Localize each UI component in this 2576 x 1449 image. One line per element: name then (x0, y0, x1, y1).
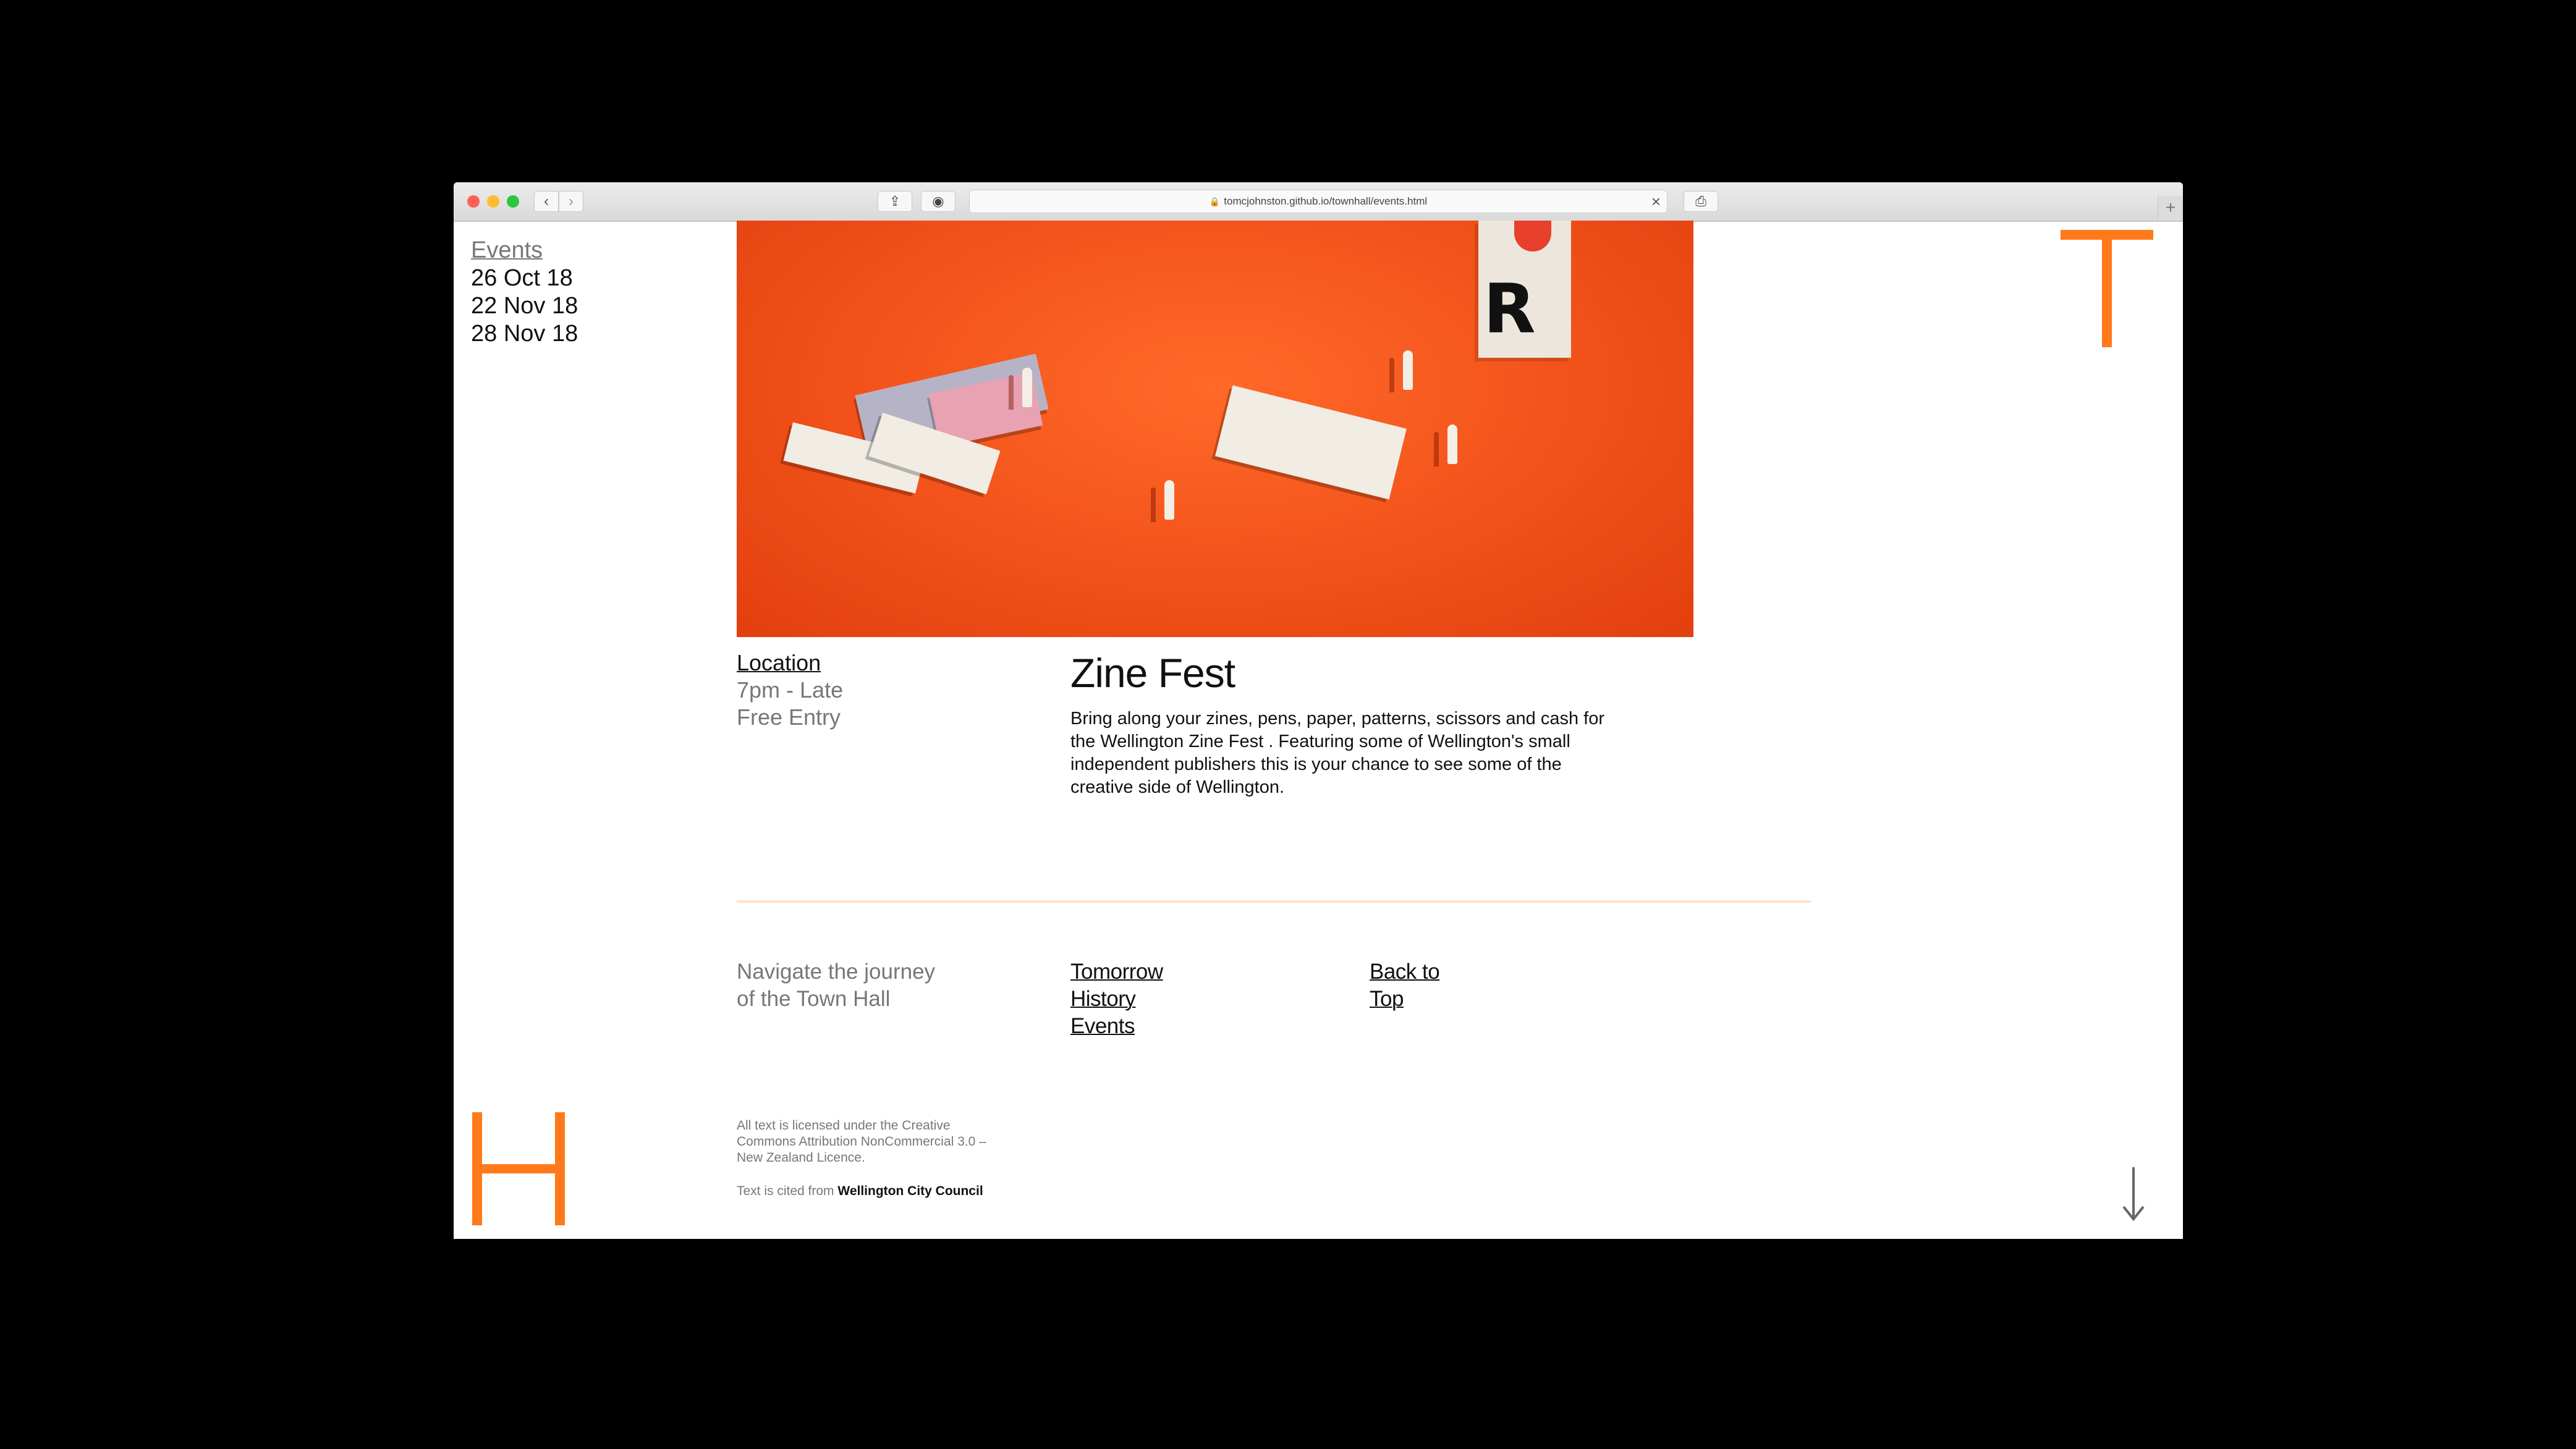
event-date[interactable]: 22 Nov 18 (471, 292, 578, 320)
close-window-button[interactable] (467, 195, 480, 208)
event-time: 7pm - Late (737, 677, 844, 703)
events-sidebar: Events 26 Oct 18 22 Nov 18 28 Nov 18 (471, 237, 578, 348)
event-title: Zine Fest (1070, 650, 1235, 696)
citation-prefix: Text is cited from (737, 1184, 834, 1198)
plus-icon[interactable]: + (2158, 196, 2183, 221)
citation: Text is cited from Wellington City Counc… (737, 1183, 996, 1199)
browser-toolbar: ‹ › ⇪ ◉ 🔒 tomcjohnston.github.io/townhall… (454, 182, 2183, 222)
nav-link-history[interactable]: History (1070, 986, 1163, 1013)
brand-letter-h (472, 1112, 565, 1225)
events-heading-link[interactable]: Events (471, 237, 578, 264)
event-hero-image: R (737, 221, 1693, 637)
back-to-top-line[interactable]: Top (1370, 986, 1439, 1013)
event-meta: Location 7pm - Late Free Entry (737, 649, 843, 731)
pawn (1164, 480, 1174, 520)
browser-window: ‹ › ⇪ ◉ 🔒 tomcjohnston.github.io/townhall… (454, 182, 2183, 1239)
citation-source-link[interactable]: Wellington City Council (837, 1184, 983, 1198)
brand-letter-t (2061, 230, 2153, 347)
lock-icon: 🔒 (1209, 196, 1221, 206)
event-date[interactable]: 26 Oct 18 (471, 264, 578, 292)
milk-carton: R (1478, 221, 1571, 358)
minimize-window-button[interactable] (487, 195, 499, 208)
zine (1215, 385, 1407, 500)
zoom-window-button[interactable] (507, 195, 519, 208)
url-text: tomcjohnston.github.io/townhall/events.h… (1224, 195, 1428, 207)
back-to-top-line[interactable]: Back to (1370, 958, 1440, 986)
back-icon[interactable]: ‹ (534, 191, 559, 212)
license-text: All text is licensed under the Creative … (737, 1118, 986, 1165)
arrow-down-icon[interactable] (2121, 1166, 2146, 1222)
footer-nav-label: Navigate the journey of the Town Hall (737, 958, 935, 1013)
footer-nav-label-line: Navigate the journey (737, 960, 936, 984)
pawn (1403, 350, 1413, 390)
address-bar[interactable]: 🔒 tomcjohnston.github.io/townhall/events.… (969, 190, 1667, 213)
event-description: Bring along your zines, pens, paper, pat… (1070, 709, 1605, 797)
nav-link-tomorrow[interactable]: Tomorrow (1070, 958, 1163, 986)
pawn (1022, 368, 1032, 407)
event-entry: Free Entry (737, 704, 841, 730)
event-date[interactable]: 28 Nov 18 (471, 320, 578, 348)
forward-icon[interactable]: › (559, 191, 583, 212)
footer-nav-label-line: of the Town Hall (737, 987, 891, 1011)
divider (737, 900, 1811, 903)
location-link[interactable]: Location (737, 649, 843, 677)
close-icon[interactable]: × (1651, 190, 1661, 213)
footer-nav-links: Tomorrow History Events (1070, 958, 1163, 1040)
back-to-top-link[interactable]: Back to Top (1370, 958, 1440, 1013)
nav-link-events[interactable]: Events (1070, 1013, 1163, 1040)
reader-icon[interactable]: ◉ (921, 191, 955, 212)
share-icon[interactable]: ⇪ (878, 191, 912, 212)
page-content: Events 26 Oct 18 22 Nov 18 28 Nov 18 R L… (454, 221, 2183, 1239)
print-icon[interactable]: ⎙ (1684, 191, 1718, 212)
pawn (1447, 425, 1457, 464)
